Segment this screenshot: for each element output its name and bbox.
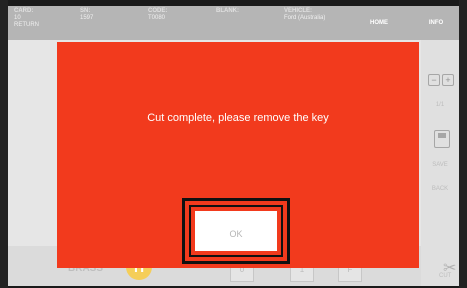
cut-complete-dialog: Cut complete, please remove the key OK (57, 42, 419, 268)
device-screen: CARD: 10 RETURN SN: 1597 CODE: T0080 BLA… (8, 6, 459, 286)
ok-button-inner-frame: OK (189, 205, 283, 257)
device-bezel-right (459, 0, 467, 288)
device-bezel-left (0, 0, 8, 288)
dialog-message: Cut complete, please remove the key (147, 112, 329, 124)
ok-button-frame: OK (182, 198, 290, 264)
ok-button[interactable]: OK (195, 211, 277, 251)
